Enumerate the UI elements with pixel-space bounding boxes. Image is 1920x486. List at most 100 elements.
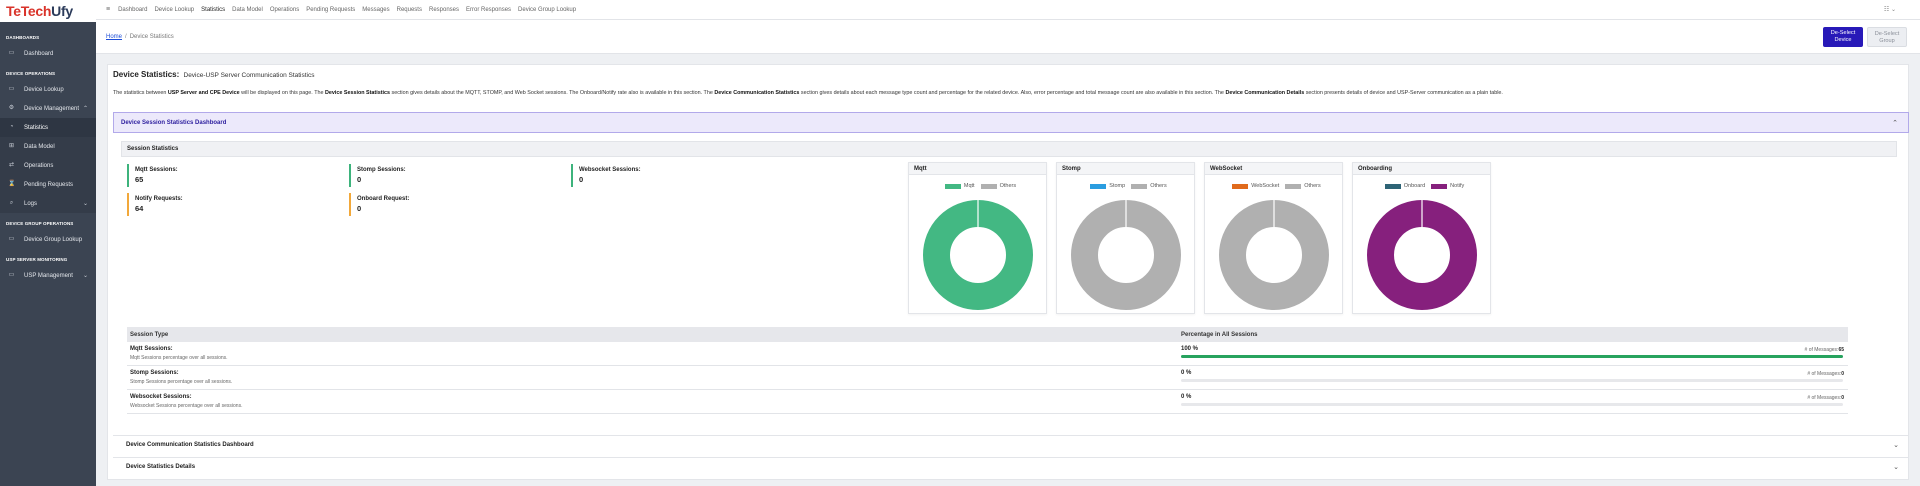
breadcrumb-separator: /: [125, 34, 127, 40]
breadcrumb: Home / Device Statistics: [106, 34, 174, 40]
logo-text: TeTech: [6, 3, 52, 19]
legend-swatch[interactable]: [1431, 183, 1448, 189]
breadcrumb-home[interactable]: Home: [106, 34, 122, 40]
mqtt-sessions-stat: Mqtt Sessions: 65: [127, 164, 178, 187]
legend-label[interactable]: Notify: [1450, 183, 1464, 189]
col-percentage: Percentage in All Sessions: [1181, 331, 1258, 338]
nav-operations[interactable]: Operations: [270, 7, 299, 13]
model-icon: ⊞: [8, 143, 15, 149]
sidebar-item-usp-management[interactable]: ▭ USP Management ⌄: [0, 266, 96, 285]
breadcrumb-current: Device Statistics: [129, 34, 174, 40]
legend-label[interactable]: Others: [1150, 183, 1167, 189]
nav-data-model[interactable]: Data Model: [232, 7, 263, 13]
nav-device-lookup[interactable]: Device Lookup: [154, 7, 194, 13]
message-count-label: # of Messages:: [1807, 395, 1842, 401]
nav-pending-requests[interactable]: Pending Requests: [306, 7, 355, 13]
session-dashboard-accordion[interactable]: Device Session Statistics Dashboard ⌃: [113, 112, 1909, 133]
page-title-text: Device Statistics:: [113, 70, 180, 79]
donut: [1219, 200, 1329, 310]
pie-chart-3: Onboarding Onboard Notify: [1352, 162, 1491, 314]
col-session-type: Session Type: [130, 331, 169, 338]
brand-logo[interactable]: TeTech Ufy: [0, 0, 96, 22]
donut: [923, 200, 1033, 310]
legend-label[interactable]: Others: [1000, 183, 1017, 189]
row-message-count: # of Messages:0: [1807, 371, 1844, 377]
stat-value: 0: [357, 204, 362, 213]
nav-device-group-lookup[interactable]: Device Group Lookup: [518, 7, 576, 13]
stat-label: Onboard Request:: [357, 196, 410, 202]
sidebar-item-statistics[interactable]: ◔ Statistics: [0, 118, 96, 137]
button-label: Device: [1834, 37, 1852, 43]
accordion-title: Device Session Statistics Dashboard: [121, 119, 227, 126]
legend-swatch[interactable]: [1131, 183, 1148, 189]
sidebar-item-dashboard[interactable]: ▭ Dashboard: [0, 44, 96, 63]
pie-title: Stomp: [1057, 163, 1194, 175]
legend-swatch[interactable]: [1090, 183, 1107, 189]
stat-label: Mqtt Sessions:: [135, 167, 178, 173]
sidebar-item-logs[interactable]: ⌕ Logs ⌄: [0, 194, 96, 213]
sidebar-item-label: Pending Requests: [24, 181, 74, 188]
legend-label[interactable]: Stomp: [1109, 183, 1125, 189]
desc-text: section gives details about the MQTT, ST…: [390, 90, 715, 96]
deselect-device-button[interactable]: De-Select Device: [1823, 27, 1863, 47]
page-subtitle: Device-USP Server Communication Statisti…: [183, 72, 315, 79]
sidebar-item-label: Dashboard: [24, 50, 54, 57]
chevron-up-icon: ⌃: [1892, 119, 1898, 127]
progress-bar: [1181, 403, 1843, 406]
deselect-group-button[interactable]: De-Select Group: [1867, 27, 1907, 47]
search-icon: ⌕: [9, 200, 14, 206]
apps-menu-icon[interactable]: ☷ ⌄: [1884, 6, 1896, 13]
desc-text: section gives details about each message…: [799, 90, 1226, 96]
legend-label[interactable]: Others: [1304, 183, 1321, 189]
sidebar-item-data-model[interactable]: ⊞ Data Model: [0, 137, 96, 156]
websocket-sessions-stat: Websocket Sessions: 0: [571, 164, 641, 187]
session-table: Session Type Percentage in All Sessions M…: [127, 327, 1848, 414]
accordion-title: Device Statistics Details: [126, 464, 196, 470]
row-description: Websocket Sessions percentage over all s…: [130, 403, 243, 409]
row-name: Websocket Sessions:: [130, 394, 192, 400]
legend-label[interactable]: Onboard: [1404, 183, 1425, 189]
device-icon: ▭: [8, 86, 15, 92]
message-count-value: 0: [1841, 395, 1844, 401]
legend-swatch[interactable]: [944, 183, 961, 189]
legend-swatch[interactable]: [1384, 183, 1401, 189]
sidebar-section-device-group: DEVICE GROUP OPERATIONS: [6, 221, 74, 226]
row-description: Mqtt Sessions percentage over all sessio…: [130, 355, 228, 361]
sidebar-item-device-lookup[interactable]: ▭ Device Lookup: [0, 80, 96, 99]
sidebar-item-operations[interactable]: ⇄ Operations: [0, 156, 96, 175]
nav-dashboard[interactable]: Dashboard: [118, 7, 147, 13]
nav-messages[interactable]: Messages: [362, 7, 389, 13]
pie-legend: WebSocket Others: [1205, 183, 1342, 189]
nav-statistics[interactable]: Statistics: [201, 7, 225, 13]
sidebar-item-device-management[interactable]: ⚙ Device Management ⌃: [0, 99, 96, 118]
legend-label[interactable]: Mqtt: [964, 183, 975, 189]
sidebar-item-label: Operations: [24, 162, 54, 169]
statistics-details-accordion[interactable]: Device Statistics Details ⌄: [113, 457, 1909, 476]
sidebar-item-label: Data Model: [24, 143, 55, 150]
dashboard-icon: ▭: [8, 50, 15, 56]
legend-swatch[interactable]: [980, 183, 997, 189]
legend-swatch[interactable]: [1285, 183, 1302, 189]
communication-dashboard-accordion[interactable]: Device Communication Statistics Dashboar…: [113, 435, 1909, 454]
desc-bold: Device Communication Statistics: [714, 90, 800, 96]
desc-text: will be displayed on this page. The: [239, 90, 325, 96]
legend-swatch[interactable]: [1232, 183, 1249, 189]
donut: [1367, 200, 1477, 310]
legend-label[interactable]: WebSocket: [1251, 183, 1279, 189]
server-icon: ▭: [8, 272, 15, 278]
progress-fill: [1181, 355, 1843, 358]
chevron-down-icon: ⌄: [1893, 464, 1899, 471]
pie-chart-2: WebSocket WebSocket Others: [1204, 162, 1343, 314]
table-row: Mqtt Sessions: Mqtt Sessions percentage o…: [127, 342, 1848, 366]
progress-bar: [1181, 355, 1843, 358]
sidebar-item-pending-requests[interactable]: ⌛ Pending Requests: [0, 175, 96, 194]
nav-error-responses[interactable]: Error Responses: [466, 7, 511, 13]
message-count-label: # of Messages:: [1807, 371, 1842, 377]
nav-requests[interactable]: Requests: [397, 7, 422, 13]
nav-responses[interactable]: Responses: [429, 7, 459, 13]
row-percentage: 0 %: [1181, 370, 1192, 376]
sidebar-item-label: Device Group Lookup: [24, 236, 83, 243]
sidebar-item-label: Device Lookup: [24, 86, 64, 93]
menu-icon[interactable]: ≡: [106, 6, 110, 13]
sidebar-item-device-group-lookup[interactable]: ▭ Device Group Lookup: [0, 230, 96, 249]
